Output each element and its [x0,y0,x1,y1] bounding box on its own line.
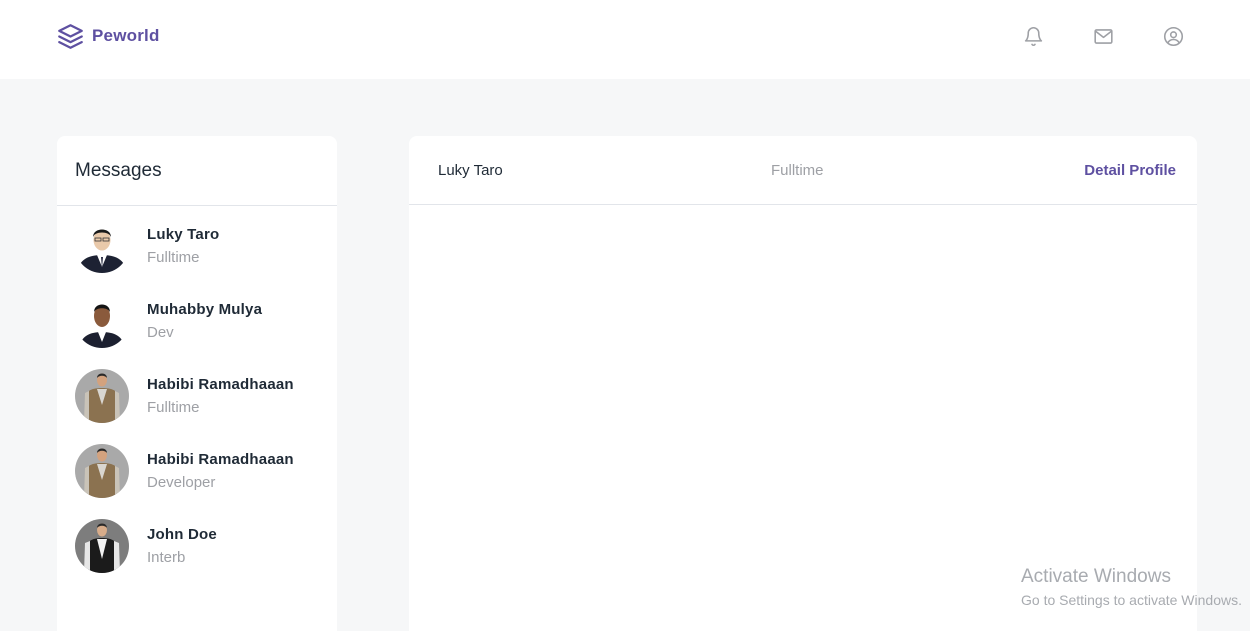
avatar-photo [75,219,129,273]
avatar [75,219,129,273]
messages-title: Messages [75,160,162,181]
contact-role: Developer [147,474,216,491]
brand-name: Peworld [92,26,160,45]
contact-item[interactable]: John Doe Interb [75,518,325,574]
contact-role: Interb [147,549,186,566]
contact-name: Habibi Ramadhaaan [147,376,294,393]
avatar [75,294,129,348]
detail-profile-link[interactable]: Detail Profile [1084,162,1176,179]
contact-name: Luky Taro [147,226,220,243]
chat-contact-role: Fulltime [771,162,824,179]
messages-panel: Messages Luky Taro Fulltime Muhabby Muly… [57,136,337,631]
mail-button[interactable] [1091,24,1115,48]
contact-item[interactable]: Muhabby Mulya Dev [75,293,325,349]
avatar [75,444,129,498]
user-circle-icon [1163,26,1183,46]
contact-name: Habibi Ramadhaaan [147,451,294,468]
watermark-title: Activate Windows [1021,566,1171,587]
contact-name: John Doe [147,526,217,543]
avatar-photo [75,294,129,348]
layers-icon [58,23,83,49]
chat-panel: Luky Taro Fulltime Detail Profile [409,136,1197,631]
avatar-photo [75,369,129,423]
contact-role: Dev [147,324,174,341]
contact-item[interactable]: Habibi Ramadhaaan Developer [75,443,325,499]
contact-name: Muhabby Mulya [147,301,263,318]
contact-role: Fulltime [147,399,200,416]
brand-logo[interactable]: Peworld [57,22,160,50]
avatar [75,519,129,573]
contact-role: Fulltime [147,249,200,266]
avatar-photo [75,444,129,498]
contact-item[interactable]: Luky Taro Fulltime [75,218,325,274]
watermark-subtitle: Go to Settings to activate Windows. [1021,592,1242,608]
mail-icon [1093,28,1113,44]
divider [409,204,1197,205]
avatar [75,369,129,423]
notifications-button[interactable] [1021,24,1045,48]
contact-item[interactable]: Habibi Ramadhaaan Fulltime [75,368,325,424]
avatar-photo [75,519,129,573]
divider [57,205,337,206]
windows-activation-watermark: Activate Windows Go to Settings to activ… [1021,566,1242,608]
chat-contact-name: Luky Taro [438,162,503,179]
bell-icon [1024,26,1042,46]
profile-button[interactable] [1161,24,1185,48]
top-navbar: Peworld [0,0,1250,79]
